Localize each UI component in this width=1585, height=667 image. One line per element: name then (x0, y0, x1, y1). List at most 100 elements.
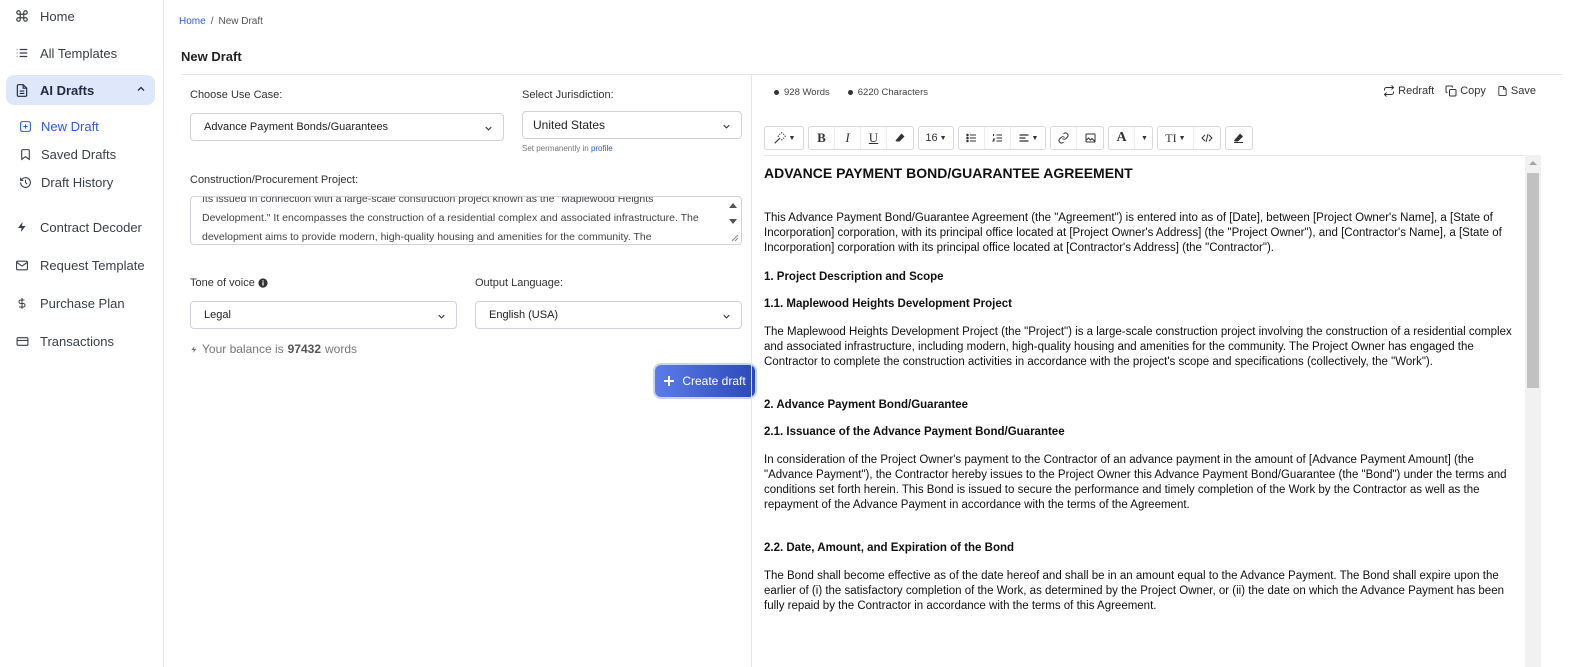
toolbar-group-color: A ▼ (1108, 126, 1153, 150)
editor-scrollbar[interactable] (1525, 155, 1541, 667)
font-size-value: 16 (925, 132, 938, 144)
sidebar-subitem-draft-history[interactable]: Draft History (18, 170, 113, 194)
main-area: Home / New Draft New Draft Choose Use Ca… (165, 0, 1585, 667)
sidebar-item-label: Request Template (40, 257, 145, 273)
italic-button[interactable]: I (835, 127, 861, 149)
image-button[interactable] (1077, 127, 1103, 149)
toolbar-group-insert (1050, 126, 1104, 150)
sidebar-subitem-label: Draft History (41, 174, 114, 190)
section-heading: 2. Advance Payment Bond/Guarantee (764, 399, 969, 411)
scroll-up-arrow-icon[interactable] (1525, 155, 1541, 171)
sidebar: Home All Templates AI Drafts New Draft S… (0, 0, 164, 667)
save-button[interactable]: Save (1497, 85, 1536, 97)
project-label: Construction/Procurement Project: (190, 174, 359, 186)
sidebar-item-label: AI Drafts (40, 82, 95, 98)
copy-label: Copy (1460, 85, 1486, 97)
sidebar-subitem-saved-drafts[interactable]: Saved Drafts (18, 142, 116, 166)
clear-button[interactable] (1226, 127, 1252, 149)
language-value: English (USA) (489, 309, 559, 321)
bookmark-icon (18, 147, 32, 161)
clear-format-button[interactable] (887, 127, 913, 149)
link-button[interactable] (1051, 127, 1077, 149)
sidebar-item-transactions[interactable]: Transactions (6, 326, 155, 356)
sidebar-item-label: Home (40, 8, 75, 24)
sidebar-item-contract-decoder[interactable]: Contract Decoder (6, 212, 155, 242)
magic-wand-button[interactable]: ▼ (765, 127, 803, 149)
info-icon[interactable] (258, 278, 268, 288)
bullet-icon (774, 90, 779, 95)
card-icon (14, 333, 30, 349)
toolbar-group-size: 16 ▼ (918, 126, 954, 150)
language-select[interactable]: English (USA) (475, 301, 742, 329)
editor-stats: 928 Words 6220 Characters (774, 87, 928, 98)
sidebar-item-label: All Templates (40, 45, 118, 61)
word-count: 928 Words (774, 87, 830, 98)
use-case-label: Choose Use Case: (190, 89, 283, 101)
text-style-select[interactable]: TI ▼ (1158, 127, 1194, 149)
scrollbar-thumb[interactable] (1527, 173, 1539, 388)
paragraph: This Advance Payment Bond/Guarantee Agre… (764, 212, 1502, 254)
copy-icon (1445, 85, 1457, 97)
project-text: Its issued in connection with a large-sc… (202, 196, 699, 243)
sidebar-item-label: Contract Decoder (40, 219, 142, 235)
profile-link[interactable]: profile (591, 144, 613, 153)
bullet-icon (847, 90, 853, 95)
document-icon (14, 82, 30, 98)
align-select[interactable]: ▼ (1011, 127, 1045, 149)
redraft-button[interactable]: Redraft (1383, 85, 1434, 97)
page-title: New Draft (181, 49, 242, 64)
numbered-list-icon (991, 132, 1004, 144)
use-case-value: Advance Payment Bonds/Guarantees (204, 121, 389, 133)
sidebar-item-request-template[interactable]: Request Template (6, 250, 155, 280)
underline-icon: U (868, 130, 879, 145)
bullet-list-button[interactable] (959, 127, 985, 149)
subsection-heading: 2.2. Date, Amount, and Expiration of the… (764, 542, 1015, 554)
tone-value: Legal (204, 309, 231, 321)
font-size-select[interactable]: 16 ▼ (919, 127, 953, 149)
chevron-up-icon[interactable] (135, 83, 147, 95)
project-textarea[interactable]: Its issued in connection with a large-sc… (190, 196, 742, 245)
balance-value: 97432 (287, 342, 321, 356)
tone-select[interactable]: Legal (190, 301, 457, 329)
toolbar-group-style: TI ▼ (1156, 126, 1221, 150)
sidebar-subitem-label: Saved Drafts (41, 146, 117, 162)
editor-content[interactable]: ADVANCE PAYMENT BOND/GUARANTEE AGREEMENT… (764, 155, 1524, 667)
sidebar-item-home[interactable]: Home (6, 1, 155, 31)
tone-label: Tone of voice (190, 277, 268, 289)
text-color-icon: A (1116, 130, 1127, 145)
breadcrumb-home-link[interactable]: Home (179, 16, 206, 27)
use-case-select[interactable]: Advance Payment Bonds/Guarantees (190, 113, 504, 141)
jurisdiction-value: United States (533, 118, 606, 132)
copy-button[interactable]: Copy (1445, 85, 1486, 97)
paragraph: The Bond shall become effective as of th… (764, 570, 1504, 612)
sidebar-subitem-new-draft[interactable]: New Draft (18, 114, 99, 138)
caret-down-icon: ▼ (1031, 134, 1039, 142)
text-color-dropdown[interactable]: ▼ (1135, 127, 1152, 149)
text-color-button[interactable]: A (1109, 127, 1135, 149)
save-label: Save (1510, 85, 1536, 97)
plus-square-icon (18, 119, 32, 133)
underline-button[interactable]: U (861, 127, 887, 149)
text-height-icon: TI (1165, 130, 1177, 145)
numbered-list-button[interactable] (985, 127, 1011, 149)
jurisdiction-hint: Set permanently in profile (522, 144, 613, 153)
sidebar-item-label: Transactions (40, 333, 114, 349)
jurisdiction-select[interactable]: United States (522, 111, 742, 139)
sidebar-item-ai-drafts[interactable]: AI Drafts (6, 75, 155, 105)
sidebar-item-purchase-plan[interactable]: Purchase Plan (6, 288, 155, 318)
paragraph: The Maplewood Heights Development Projec… (764, 326, 1512, 368)
bullet-list-icon (965, 132, 978, 144)
create-draft-button[interactable]: Create draft (655, 365, 755, 397)
breadcrumb: Home / New Draft (179, 16, 263, 27)
textarea-scrollbar[interactable] (727, 199, 739, 243)
caret-down-icon: ▼ (1178, 134, 1186, 142)
language-label: Output Language: (475, 277, 564, 289)
chevron-down-icon (483, 123, 494, 134)
code-view-button[interactable] (1194, 127, 1220, 149)
dollar-icon (14, 295, 30, 311)
balance-suffix: words (325, 342, 358, 356)
bold-button[interactable]: B (809, 127, 835, 149)
sidebar-item-all-templates[interactable]: All Templates (6, 38, 155, 68)
command-icon (14, 8, 30, 24)
align-left-icon (1018, 132, 1030, 144)
